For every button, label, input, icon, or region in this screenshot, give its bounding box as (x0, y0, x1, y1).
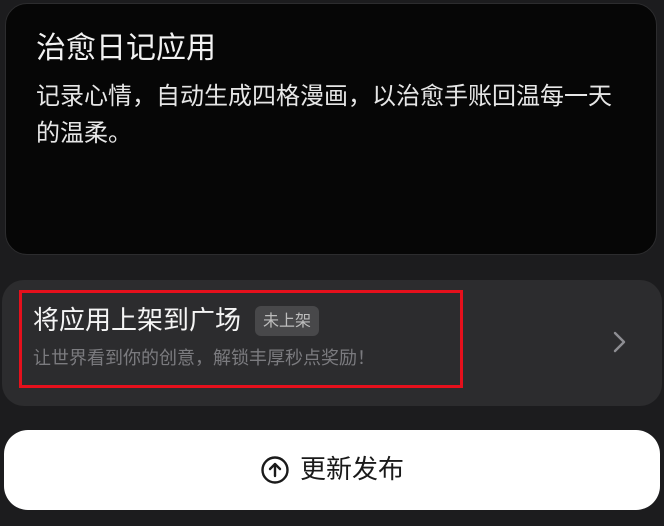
publish-title: 将应用上架到广场 (33, 306, 242, 336)
publish-subtitle: 让世界看到你的创意，解锁丰厚秒点奖励！ (33, 348, 375, 369)
arrow-up-circle-icon (261, 456, 289, 484)
publish-title-row: 将应用上架到广场 未上架 (33, 304, 320, 338)
app-title: 治愈日记应用 (36, 31, 216, 66)
chevron-right-icon[interactable] (606, 328, 632, 356)
status-badge: 未上架 (255, 306, 320, 336)
app-description: 记录心情，自动生成四格漫画，以治愈手账回温每一天的温柔。 (36, 82, 612, 147)
app-info-card: 治愈日记应用 记录心情，自动生成四格漫画，以治愈手账回温每一天的温柔。 (5, 3, 657, 255)
publish-to-plaza-row[interactable]: 将应用上架到广场 未上架 让世界看到你的创意，解锁丰厚秒点奖励！ (2, 280, 662, 406)
app-detail-screen: 治愈日记应用 记录心情，自动生成四格漫画，以治愈手账回温每一天的温柔。 将应用上… (0, 0, 664, 526)
update-publish-label: 更新发布 (299, 455, 404, 485)
update-publish-button[interactable]: 更新发布 (4, 430, 660, 510)
